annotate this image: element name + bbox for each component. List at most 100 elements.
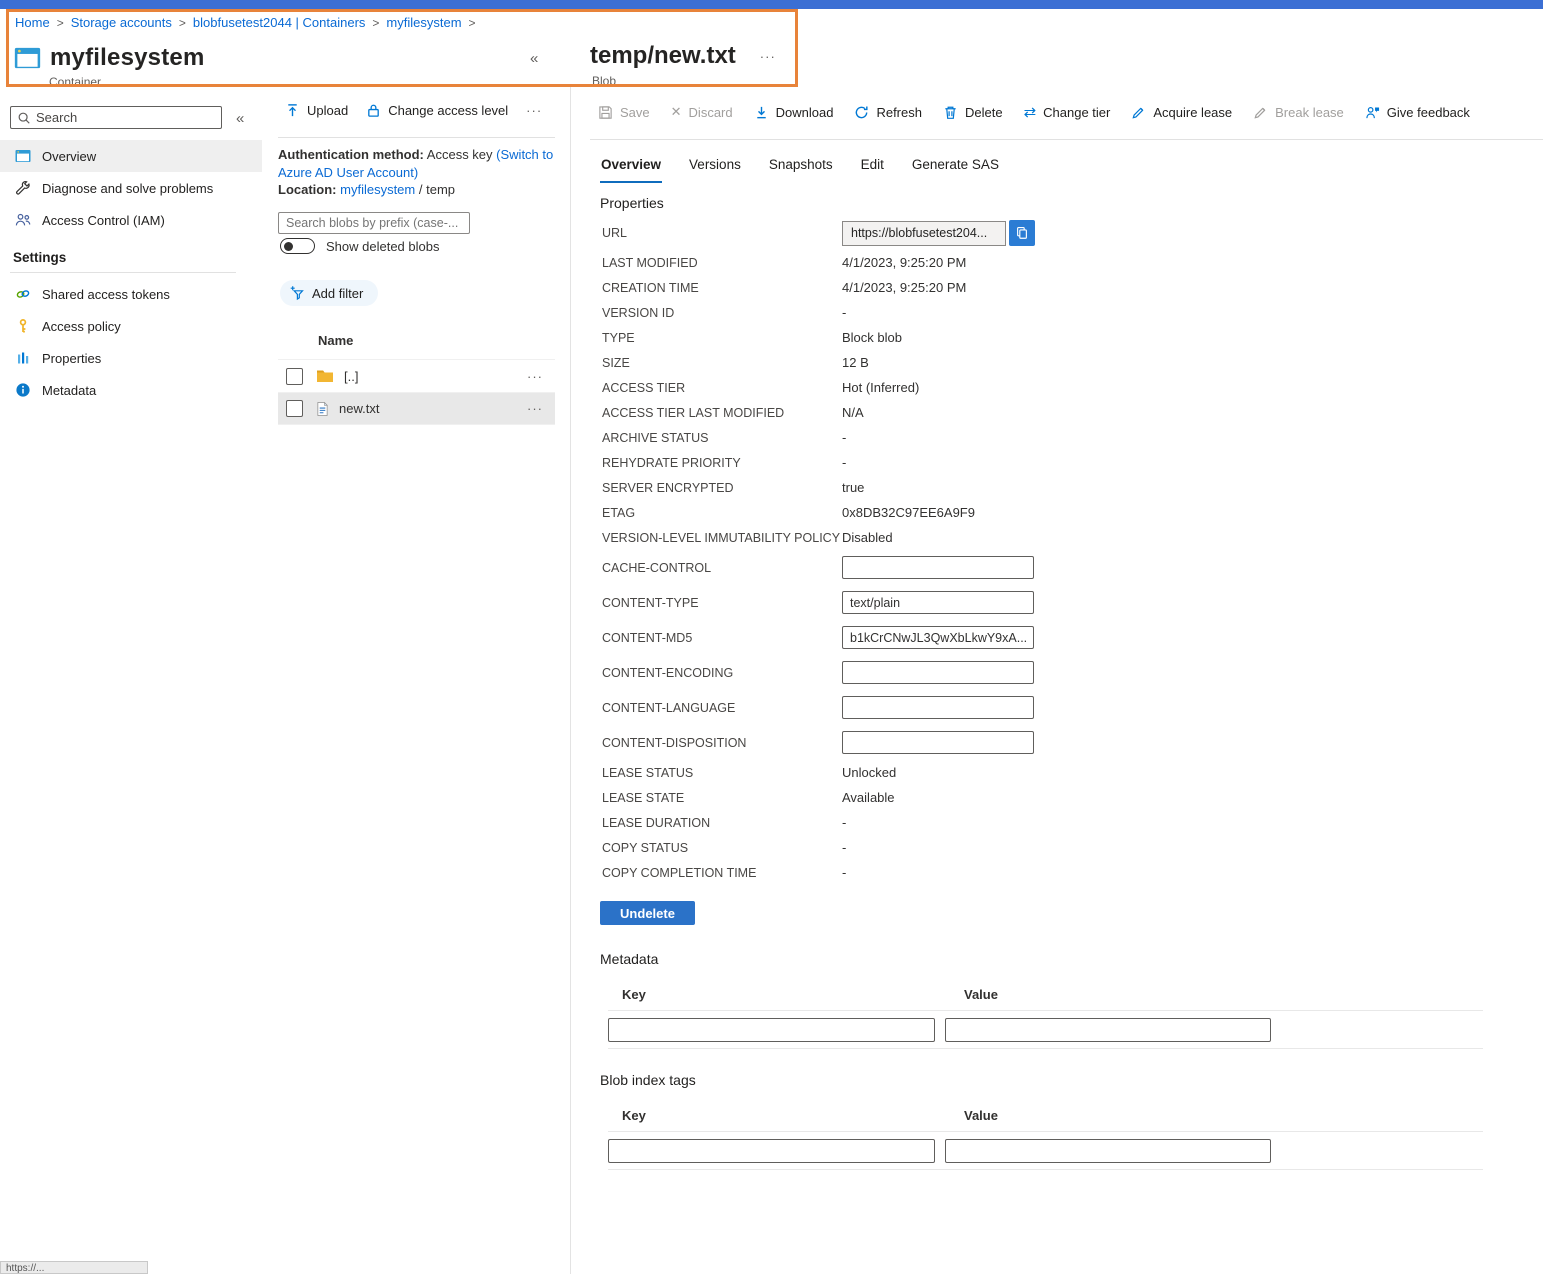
cache-control-input[interactable]: [842, 556, 1034, 579]
property-value: Unlocked: [842, 765, 896, 780]
property-row: TYPEBlock blob: [602, 325, 1322, 350]
blob-index-tags-key-input[interactable]: [608, 1139, 935, 1163]
acquire-lease-button[interactable]: Acquire lease: [1131, 105, 1232, 120]
change-tier-button[interactable]: ⇄ Change tier: [1024, 105, 1111, 120]
list-item-parent-folder[interactable]: [..] ···: [278, 359, 555, 392]
metadata-header-divider: [608, 1010, 1483, 1011]
auth-info: Authentication method: Access key (Switc…: [278, 146, 558, 199]
metadata-value-input[interactable]: [945, 1018, 1271, 1042]
property-label: ETAG: [602, 506, 842, 520]
delete-button[interactable]: Delete: [943, 105, 1003, 120]
break-lease-button[interactable]: Break lease: [1253, 105, 1344, 120]
collapse-pane-chevron[interactable]: «: [530, 50, 538, 67]
refresh-icon: [854, 105, 869, 120]
breadcrumb-containers[interactable]: blobfusetest2044 | Containers: [193, 15, 366, 30]
container-toolbar-more-button[interactable]: ···: [526, 103, 542, 118]
search-icon: [17, 111, 31, 125]
give-feedback-label: Give feedback: [1387, 105, 1470, 120]
property-label: COPY STATUS: [602, 841, 842, 855]
sidebar-item-label: Properties: [42, 351, 101, 366]
row-checkbox[interactable]: [286, 368, 303, 385]
property-value: -: [842, 455, 846, 470]
row-checkbox[interactable]: [286, 400, 303, 417]
property-label: CONTENT-TYPE: [602, 596, 842, 610]
sidebar-item-label: Access policy: [42, 319, 121, 334]
sidebar-collapse-chevron[interactable]: «: [236, 110, 244, 127]
blob-title-menu-button[interactable]: ···: [760, 49, 776, 64]
sidebar-search-input[interactable]: [36, 110, 215, 125]
content-language-input[interactable]: [842, 696, 1034, 719]
tab-edit[interactable]: Edit: [860, 151, 885, 183]
property-value: Available: [842, 790, 895, 805]
sidebar-item-shared-access-tokens[interactable]: Shared access tokens: [0, 278, 262, 310]
refresh-button[interactable]: Refresh: [854, 105, 922, 120]
property-row: SERVER ENCRYPTEDtrue: [602, 475, 1322, 500]
sidebar-settings-header: Settings: [0, 236, 262, 272]
breadcrumb-storage-accounts[interactable]: Storage accounts: [71, 15, 172, 30]
property-row: CONTENT-TYPE: [602, 585, 1322, 620]
sidebar-item-access-policy[interactable]: Access policy: [0, 310, 262, 342]
row-menu-button[interactable]: ···: [527, 369, 543, 384]
tab-snapshots[interactable]: Snapshots: [768, 151, 834, 183]
tab-versions[interactable]: Versions: [688, 151, 742, 183]
content-disposition-input[interactable]: [842, 731, 1034, 754]
info-icon: [15, 382, 31, 398]
property-label: CONTENT-ENCODING: [602, 666, 842, 680]
page-subtitle: Container: [49, 75, 101, 89]
sidebar-item-access-control-iam[interactable]: Access Control (IAM): [0, 204, 262, 236]
content-encoding-input[interactable]: [842, 661, 1034, 684]
property-row: COPY COMPLETION TIME-: [602, 860, 1322, 885]
save-label: Save: [620, 105, 650, 120]
property-row: REHYDRATE PRIORITY-: [602, 450, 1322, 475]
breadcrumb-home[interactable]: Home: [15, 15, 50, 30]
discard-label: Discard: [689, 105, 733, 120]
download-button[interactable]: Download: [754, 105, 834, 120]
row-menu-button[interactable]: ···: [527, 401, 543, 416]
content-md5-input[interactable]: [842, 626, 1034, 649]
content-type-input[interactable]: [842, 591, 1034, 614]
discard-button[interactable]: ✕ Discard: [671, 104, 733, 120]
lock-icon: [366, 103, 381, 118]
give-feedback-button[interactable]: Give feedback: [1365, 105, 1470, 120]
blob-index-tags-header-divider: [608, 1131, 1483, 1132]
breadcrumb-myfilesystem[interactable]: myfilesystem: [386, 15, 461, 30]
sidebar-item-label: Diagnose and solve problems: [42, 181, 213, 196]
undelete-button[interactable]: Undelete: [600, 901, 695, 925]
tab-generate-sas[interactable]: Generate SAS: [911, 151, 1000, 183]
blob-prefix-search-input[interactable]: [278, 212, 470, 234]
add-filter-label: Add filter: [312, 286, 363, 301]
browser-top-strip: [0, 0, 1543, 9]
upload-button[interactable]: Upload: [285, 103, 348, 118]
save-icon: [598, 105, 613, 120]
property-value: Block blob: [842, 330, 902, 345]
blob-index-tags-key-header: Key: [622, 1108, 646, 1123]
add-filter-button[interactable]: Add filter: [280, 280, 378, 306]
sidebar-item-properties[interactable]: Properties: [0, 342, 262, 374]
page-title: myfilesystem: [50, 44, 205, 72]
sidebar-item-overview[interactable]: Overview: [0, 140, 262, 172]
sidebar-item-label: Access Control (IAM): [42, 213, 165, 228]
tab-overview[interactable]: Overview: [600, 151, 662, 183]
file-icon: [316, 401, 329, 417]
property-label: VERSION ID: [602, 306, 842, 320]
property-value: Disabled: [842, 530, 893, 545]
sidebar-item-label: Metadata: [42, 383, 96, 398]
property-row-url: URL: [602, 216, 1322, 250]
metadata-key-input[interactable]: [608, 1018, 935, 1042]
blob-index-tags-value-input[interactable]: [945, 1139, 1271, 1163]
location-container-link[interactable]: myfilesystem: [340, 182, 415, 197]
copy-url-button[interactable]: [1009, 220, 1035, 246]
url-input[interactable]: [842, 221, 1006, 246]
property-row: VERSION ID-: [602, 300, 1322, 325]
sidebar-item-metadata[interactable]: Metadata: [0, 374, 262, 406]
save-button[interactable]: Save: [598, 105, 650, 120]
page-header: myfilesystem: [14, 44, 205, 72]
change-access-level-button[interactable]: Change access level: [366, 103, 508, 118]
acquire-lease-label: Acquire lease: [1153, 105, 1232, 120]
show-deleted-blobs-toggle[interactable]: [280, 238, 315, 254]
sidebar-item-diagnose[interactable]: Diagnose and solve problems: [0, 172, 262, 204]
property-label: COPY COMPLETION TIME: [602, 866, 842, 880]
toggle-knob: [284, 242, 293, 251]
list-item-new-txt[interactable]: new.txt ···: [278, 392, 555, 425]
auth-method-label: Authentication method:: [278, 147, 424, 162]
